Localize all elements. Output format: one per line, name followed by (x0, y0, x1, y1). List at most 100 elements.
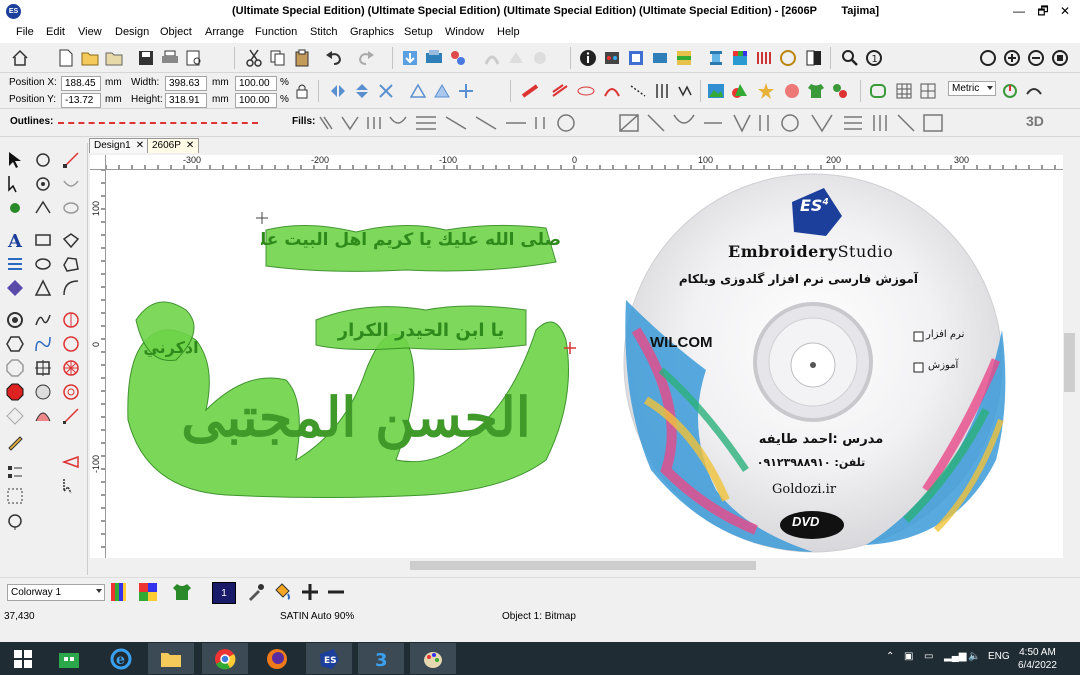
zoom-box-icon[interactable] (1050, 48, 1070, 68)
cursor-move-icon[interactable] (60, 475, 82, 497)
shapes-icon[interactable] (730, 81, 750, 101)
menu-setup[interactable]: Setup (404, 26, 433, 38)
tray-chevron-icon[interactable]: ⌃ (886, 651, 894, 662)
rect-select-icon[interactable] (4, 485, 26, 507)
tray-monitor-icon[interactable]: ▭ (924, 651, 933, 662)
zoom-1to1-icon[interactable]: 1 (864, 48, 884, 68)
paste-icon[interactable] (292, 48, 312, 68)
open-shape-icon[interactable] (60, 229, 82, 251)
fill-effects-samples[interactable] (618, 113, 1018, 133)
menu-edit[interactable]: Edit (46, 26, 65, 38)
appliqué-icon[interactable] (32, 405, 54, 427)
app-3-icon[interactable]: 3 (358, 643, 404, 674)
show-icon[interactable] (530, 48, 550, 68)
menu-view[interactable]: View (78, 26, 102, 38)
garment-icon[interactable] (172, 582, 192, 602)
team-lettering-icon[interactable] (4, 253, 26, 275)
taskbar-clock[interactable]: 4:50 AM 6/4/2022 (1018, 646, 1057, 672)
polyline-select-icon[interactable] (4, 173, 26, 195)
cut-icon[interactable] (244, 48, 264, 68)
paint-icon[interactable] (410, 643, 456, 674)
skew-icon[interactable] (408, 81, 428, 101)
store-app-icon[interactable] (46, 643, 92, 674)
triangle-split-icon[interactable] (60, 333, 82, 355)
scale-height-field[interactable]: 100.00 (235, 93, 277, 108)
digitize-run-icon[interactable] (32, 309, 54, 331)
thread-chart-icon[interactable] (674, 48, 694, 68)
scale-width-field[interactable]: 100.00 (235, 76, 277, 91)
position-x-field[interactable]: 188.45 (61, 76, 101, 91)
tab-design1-close-icon[interactable]: ✕ (136, 140, 144, 151)
tab-design1[interactable]: Design1 ✕ (89, 138, 150, 153)
print-icon[interactable] (160, 48, 180, 68)
reshape-icon[interactable] (32, 149, 54, 171)
bezier-icon[interactable] (32, 333, 54, 355)
menu-design[interactable]: Design (115, 26, 149, 38)
ellipse-icon[interactable] (32, 253, 54, 275)
app-logo-icon[interactable]: ES (6, 4, 21, 19)
stitch-edit-icon[interactable] (4, 197, 26, 219)
embroidery-studio-taskbar-icon[interactable]: ES (306, 643, 352, 674)
snap-icon[interactable] (1024, 81, 1044, 101)
stitch-player-icon[interactable] (482, 48, 502, 68)
octagon-icon[interactable] (4, 357, 26, 379)
tray-language[interactable]: ENG (988, 651, 1010, 662)
menu-object[interactable]: Object (160, 26, 192, 38)
close-button[interactable]: ✕ (1050, 0, 1080, 23)
zoom-in-icon[interactable] (1002, 48, 1022, 68)
mirror-horizontal-icon[interactable] (328, 81, 348, 101)
auto-fabric-icon[interactable] (32, 381, 54, 403)
mirror-vertical-icon[interactable] (352, 81, 372, 101)
firefox-icon[interactable] (254, 643, 300, 674)
lasso-icon[interactable] (4, 511, 26, 533)
outline-stitch-samples[interactable] (58, 122, 258, 124)
circle-stitch-icon[interactable] (4, 309, 26, 331)
width-field[interactable]: 398.63 (165, 76, 207, 91)
export-machine-icon[interactable] (424, 48, 444, 68)
triple-run-icon[interactable] (652, 81, 672, 101)
menu-stitch[interactable]: Stitch (310, 26, 338, 38)
tab-2606p-close-icon[interactable]: ✕ (186, 140, 194, 151)
calligraphy-embroidery[interactable] (127, 224, 569, 498)
threads-icon[interactable] (754, 48, 774, 68)
edit-node-icon[interactable] (60, 149, 82, 171)
measure-line-icon[interactable] (60, 405, 82, 427)
stop-octagon-icon[interactable] (4, 381, 26, 403)
hoop-layout-icon[interactable] (868, 81, 888, 101)
zoom-fit-icon[interactable] (978, 48, 998, 68)
position-y-field[interactable]: -13.72 (61, 93, 101, 108)
open-design-icon[interactable] (104, 48, 124, 68)
open-folder-icon[interactable] (80, 48, 100, 68)
run-stitch-icon[interactable] (628, 81, 648, 101)
palette-grid-icon[interactable] (138, 582, 158, 602)
print-preview-icon[interactable] (184, 48, 204, 68)
design-properties-icon[interactable] (650, 48, 670, 68)
design-canvas[interactable]: صلى الله عليك يا كريم اهل البيت عليهم ال… (106, 170, 1063, 558)
star-icon[interactable] (756, 81, 776, 101)
zoom-out-icon[interactable] (1026, 48, 1046, 68)
motif-stitch-icon[interactable] (602, 81, 622, 101)
measure-icon[interactable] (1000, 81, 1020, 101)
trueview-icon[interactable] (506, 48, 526, 68)
color-pen-icon[interactable] (4, 431, 26, 453)
diamond-icon[interactable] (4, 405, 26, 427)
spool-icon[interactable] (706, 48, 726, 68)
remove-color-icon[interactable] (326, 582, 346, 602)
fill-stitch-samples[interactable] (318, 113, 603, 133)
template-icon[interactable] (918, 81, 938, 101)
undo-icon[interactable] (324, 48, 344, 68)
start-button[interactable] (0, 643, 46, 674)
sunburst-icon[interactable] (60, 357, 82, 379)
colorway-select[interactable]: Colorway 1 (7, 584, 105, 601)
arc-icon[interactable] (60, 173, 82, 195)
zoom-icon[interactable] (840, 48, 860, 68)
send-to-machine-icon[interactable] (448, 48, 468, 68)
feather-stitch-icon[interactable] (576, 81, 596, 101)
flag-icon[interactable] (60, 451, 82, 473)
pie-icon[interactable] (60, 309, 82, 331)
menu-help[interactable]: Help (497, 26, 520, 38)
transform-icon[interactable] (32, 357, 54, 379)
curve-tool-icon[interactable] (60, 277, 82, 299)
arrange-icon[interactable] (456, 81, 476, 101)
tab-2606p[interactable]: 2606P ✕ (147, 138, 200, 153)
